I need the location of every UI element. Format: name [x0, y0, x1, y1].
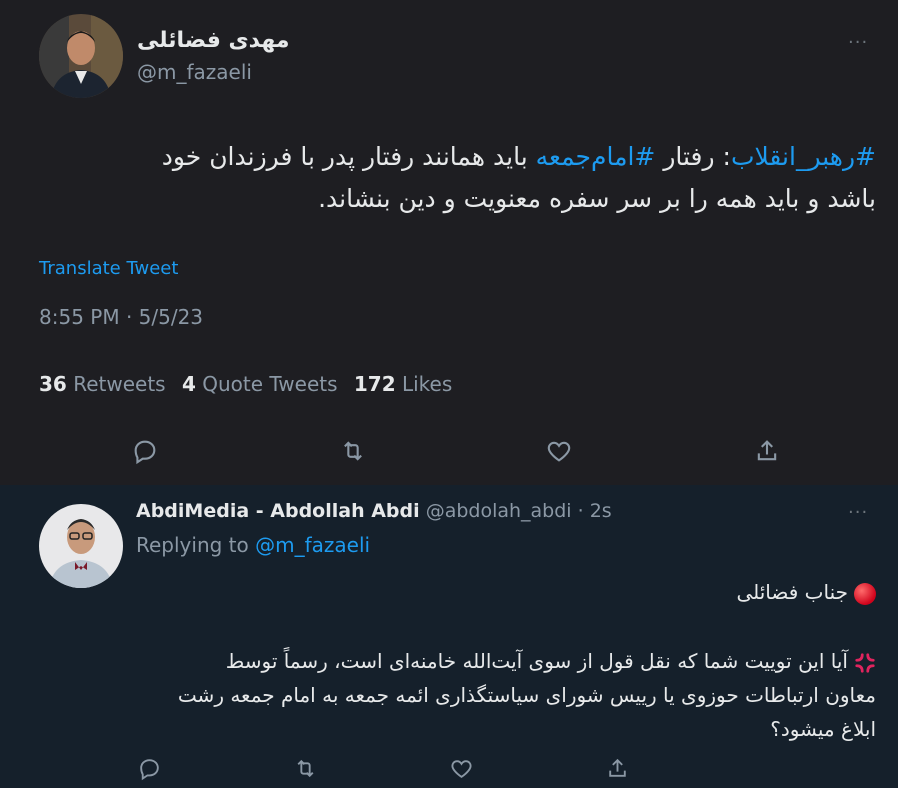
main-author-avatar[interactable]	[39, 14, 123, 98]
quotes-count: 4	[181, 372, 196, 396]
main-tweet	[0, 0, 898, 485]
quotes-label: Quote Tweets	[202, 372, 338, 396]
retweet-icon[interactable]	[338, 437, 368, 465]
tweet-text-segment: باید همانند رفتار پدر با فرزندان خود	[161, 142, 536, 171]
tweet-timestamp[interactable]: 8:55 PM · 5/5/23	[39, 305, 203, 329]
retweets-stat[interactable]: 36 Retweets	[39, 372, 166, 396]
tweet-text: #رهبر_انقلاب: رفتار #امام‌جمعه باید همان…	[36, 136, 876, 220]
anger-symbol-icon	[855, 652, 875, 673]
reply-author-name[interactable]: AbdiMedia - Abdollah Abdi	[136, 500, 420, 522]
reply-author-handle[interactable]: @abdolah_abdi · 2s	[426, 500, 612, 522]
reply-reply-icon[interactable]	[137, 756, 162, 781]
hashtag-link[interactable]: #رهبر_انقلاب	[731, 142, 876, 171]
reply-text-line-2: آیا این توییت شما که نقل قول از سوی آیت‌…	[116, 644, 876, 678]
tweet-text-line-1: #رهبر_انقلاب: رفتار #امام‌جمعه باید همان…	[36, 136, 876, 178]
tweet-text-line-2: باشد و باید همه را بر سر سفره معنویت و د…	[318, 184, 876, 213]
translate-tweet-link[interactable]: Translate Tweet	[39, 258, 178, 279]
likes-count: 172	[353, 372, 396, 396]
main-author-handle[interactable]: @m_fazaeli	[137, 60, 252, 84]
likes-stat[interactable]: 172 Likes	[354, 372, 452, 396]
reply-text-segment: آیا این توییت شما که نقل قول از سوی آیت‌…	[225, 649, 848, 673]
likes-label: Likes	[401, 372, 453, 396]
tweet-stats: 36 Retweets 4 Quote Tweets 172 Likes	[39, 372, 462, 396]
share-icon[interactable]	[753, 436, 781, 466]
main-author-name[interactable]: مهدی فضائلی	[137, 28, 290, 53]
red-circle-icon	[854, 582, 876, 605]
reply-text-line-1: جناب فضائلی	[116, 575, 876, 609]
reply-icon[interactable]	[131, 437, 159, 465]
retweets-count: 36	[39, 372, 67, 396]
tweet-text-segment: : رفتار	[655, 142, 731, 171]
more-options-icon[interactable]: ···	[848, 32, 868, 53]
reply-text-body: آیا این توییت شما که نقل قول از سوی آیت‌…	[116, 644, 876, 746]
reply-author-avatar[interactable]	[39, 504, 123, 588]
reply-text-segment: جناب فضائلی	[736, 580, 848, 604]
heart-icon[interactable]	[544, 437, 574, 465]
replying-to: Replying to @m_fazaeli	[136, 533, 370, 557]
hashtag-link[interactable]: #امام‌جمعه	[536, 142, 656, 171]
reply-header: AbdiMedia - Abdollah Abdi @abdolah_abdi …	[136, 500, 612, 522]
replying-to-mention[interactable]: @m_fazaeli	[255, 533, 370, 557]
quote-tweets-stat[interactable]: 4 Quote Tweets	[182, 372, 338, 396]
reply-heart-icon[interactable]	[448, 756, 475, 781]
reply-more-options-icon[interactable]: ···	[848, 502, 868, 523]
reply-text-line-4: ابلاغ میشود؟	[770, 717, 876, 741]
reply-share-icon[interactable]	[605, 755, 630, 782]
reply-text-line-3: معاون ارتباطات حوزوی یا رییس شورای سیاست…	[177, 683, 876, 707]
replying-to-label: Replying to	[136, 533, 256, 557]
reply-retweet-icon[interactable]	[292, 756, 319, 781]
retweets-label: Retweets	[73, 372, 166, 396]
